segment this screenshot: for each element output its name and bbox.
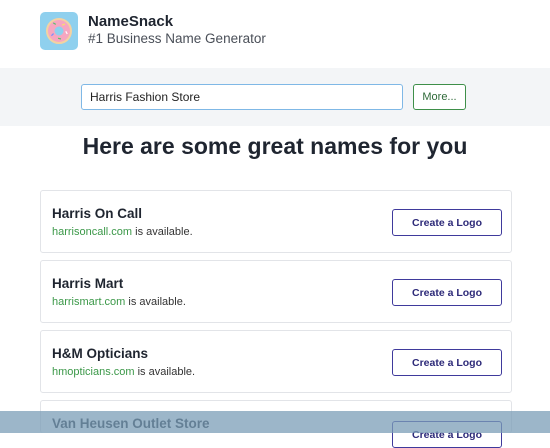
results-heading: Here are some great names for you <box>82 133 468 159</box>
app-tagline: #1 Business Name Generator <box>88 31 266 46</box>
app-title: NameSnack <box>88 13 174 30</box>
search-bar: More... <box>0 68 550 126</box>
availability-status: is available. <box>128 296 186 308</box>
search-input[interactable] <box>81 84 403 110</box>
result-card: Van Heusen Outlet Store Create a Logo <box>40 400 512 448</box>
create-logo-button[interactable]: Create a Logo <box>392 209 502 236</box>
domain-link[interactable]: hmopticians.com <box>52 366 135 378</box>
more-button[interactable]: More... <box>413 84 466 110</box>
availability-line: harrisoncall.com is available. <box>52 226 193 238</box>
result-card: Harris Mart harrismart.com is available.… <box>40 260 512 323</box>
domain-link[interactable]: harrismart.com <box>52 296 125 308</box>
business-name: H&M Opticians <box>52 346 149 361</box>
create-logo-button[interactable]: Create a Logo <box>392 421 502 448</box>
availability-status: is available. <box>135 226 193 238</box>
create-logo-button[interactable]: Create a Logo <box>392 349 502 376</box>
business-name: Van Heusen Outlet Store <box>52 416 210 431</box>
availability-line: hmopticians.com is available. <box>52 366 195 378</box>
app-header: NameSnack #1 Business Name Generator <box>0 0 550 68</box>
result-card: Harris On Call harrisoncall.com is avail… <box>40 190 512 253</box>
donut-icon[interactable] <box>40 12 78 50</box>
business-name: Harris Mart <box>52 276 124 291</box>
business-name: Harris On Call <box>52 206 143 221</box>
availability-status: is available. <box>137 366 196 378</box>
create-logo-button[interactable]: Create a Logo <box>392 279 502 306</box>
availability-line: harrismart.com is available. <box>52 296 186 308</box>
domain-link[interactable]: harrisoncall.com <box>52 226 132 238</box>
result-card: H&M Opticians hmopticians.com is availab… <box>40 330 512 393</box>
